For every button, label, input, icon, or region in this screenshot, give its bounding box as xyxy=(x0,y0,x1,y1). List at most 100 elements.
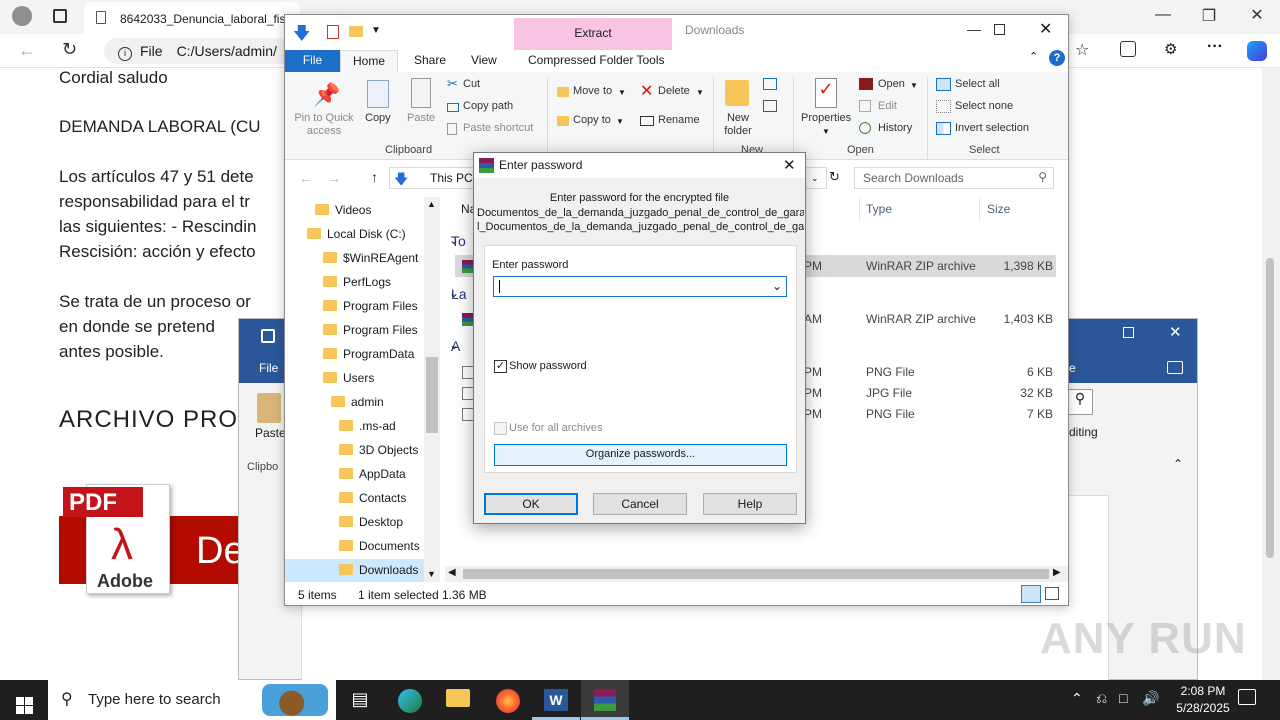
address-bar[interactable]: i File C:/Users/admin/ xyxy=(104,38,304,64)
nav-item[interactable]: Users xyxy=(285,367,425,391)
collections-icon[interactable] xyxy=(1120,41,1136,57)
tab-view[interactable]: View xyxy=(471,50,497,72)
nav-scroll-down-icon[interactable]: ▼ xyxy=(427,569,436,579)
quick-access-down-icon[interactable]: 🡇 xyxy=(293,21,310,50)
network-icon[interactable]: □ xyxy=(1119,690,1127,706)
nav-item[interactable]: Contacts xyxy=(285,487,425,511)
word-find-icon[interactable]: ⚲ xyxy=(1067,389,1093,415)
search-input[interactable]: Search Downloads ⚲ xyxy=(854,167,1054,189)
winrar-taskbar-icon[interactable] xyxy=(581,680,629,720)
group-chevron-icon[interactable]: ⌄ xyxy=(449,286,459,300)
edge-icon[interactable] xyxy=(386,680,434,720)
scrollbar-thumb[interactable] xyxy=(1266,258,1274,558)
firefox-icon[interactable] xyxy=(484,680,532,720)
paste-shortcut-button[interactable]: Paste shortcut xyxy=(463,122,533,134)
cut-button[interactable]: Cut xyxy=(463,78,480,90)
ok-button[interactable]: OK xyxy=(484,493,578,515)
show-password-checkbox[interactable]: ✓ xyxy=(494,360,507,373)
more-icon[interactable]: ··· xyxy=(1207,38,1223,56)
profile-icon[interactable] xyxy=(12,6,32,26)
open-button[interactable]: Open xyxy=(878,78,905,90)
nav-item[interactable]: $WinREAgent xyxy=(285,247,425,271)
select-none-button[interactable]: Select none xyxy=(955,100,1013,112)
large-icons-view-icon[interactable] xyxy=(1045,587,1059,600)
select-all-button[interactable]: Select all xyxy=(955,78,1000,90)
page-scrollbar[interactable] xyxy=(1262,68,1280,680)
nav-item[interactable]: admin xyxy=(285,391,425,415)
word-comment-icon[interactable] xyxy=(1167,361,1183,374)
properties-button[interactable]: Properties xyxy=(801,112,851,124)
nav-item[interactable]: AppData xyxy=(285,463,425,487)
horizontal-scrollbar[interactable]: ◀ ▶ xyxy=(445,566,1068,582)
new-folder-small-icon[interactable] xyxy=(349,26,363,37)
start-icon[interactable] xyxy=(0,680,48,720)
tab-actions-icon[interactable] xyxy=(53,9,67,23)
nav-item[interactable]: Desktop xyxy=(285,511,425,535)
taskbar-search[interactable]: ⚲ Type here to search xyxy=(48,680,336,720)
address-dropdown-icon[interactable]: ⌄ xyxy=(811,173,819,184)
show-hidden-icons[interactable]: ⌃ xyxy=(1071,690,1083,707)
nav-back-icon[interactable]: ← xyxy=(299,170,313,186)
history-button[interactable]: History xyxy=(878,122,912,134)
group-chevron-icon[interactable]: ⌄ xyxy=(449,233,459,247)
delete-button[interactable]: Delete xyxy=(658,85,690,97)
edit-button[interactable]: Edit xyxy=(878,100,897,112)
breadcrumb-this-pc[interactable]: This PC xyxy=(430,171,473,185)
nav-item[interactable]: 3D Objects xyxy=(285,439,425,463)
volume-icon[interactable]: 🔊 xyxy=(1142,690,1159,707)
extensions-icon[interactable]: ⚙ xyxy=(1164,40,1177,58)
use-for-all-label[interactable]: Use for all archives xyxy=(509,422,603,434)
file-explorer-icon[interactable] xyxy=(434,680,482,720)
pin-to-quick-access-button[interactable]: Pin to Quick access xyxy=(291,112,357,138)
delete-dropdown-icon[interactable]: ▼ xyxy=(696,88,704,97)
properties-dropdown-icon[interactable]: ▼ xyxy=(822,127,830,136)
nav-item[interactable]: Videos xyxy=(285,199,425,223)
open-dropdown-icon[interactable]: ▼ xyxy=(910,81,918,90)
tray-app-icon[interactable]: ⎌ xyxy=(1096,690,1107,707)
column-header-size[interactable]: Size xyxy=(987,202,1010,216)
nav-item[interactable]: .ms-ad xyxy=(285,415,425,439)
details-view-icon[interactable] xyxy=(1021,585,1041,603)
word-save-icon[interactable] xyxy=(261,329,275,343)
cancel-button[interactable]: Cancel xyxy=(593,493,687,515)
copy-to-button[interactable]: Copy to xyxy=(573,114,611,126)
word-icon[interactable]: W xyxy=(532,680,580,720)
clock-date[interactable]: 5/28/2025 xyxy=(1167,701,1239,715)
nav-item[interactable]: Program Files xyxy=(285,295,425,319)
ribbon-collapse-icon[interactable]: ⌃ xyxy=(1029,50,1038,63)
clock-time[interactable]: 2:08 PM xyxy=(1173,684,1233,698)
use-for-all-checkbox[interactable] xyxy=(494,422,507,435)
word-collapse-icon[interactable]: ⌃ xyxy=(1173,457,1183,471)
copy-to-dropdown-icon[interactable]: ▼ xyxy=(616,117,624,126)
nav-item[interactable]: PerfLogs xyxy=(285,271,425,295)
refresh-address-icon[interactable]: ↻ xyxy=(829,169,840,185)
favorites-icon[interactable]: ☆ xyxy=(1075,40,1089,60)
tab-file[interactable]: File xyxy=(285,50,340,72)
properties-small-icon[interactable] xyxy=(327,25,339,39)
organize-passwords-button[interactable]: Organize passwords... xyxy=(494,444,787,466)
move-to-dropdown-icon[interactable]: ▼ xyxy=(618,88,626,97)
nav-scroll-thumb[interactable] xyxy=(426,357,438,433)
word-paste-icon[interactable] xyxy=(257,393,281,423)
restore-icon[interactable]: ❐ xyxy=(1186,6,1232,26)
word-paste-label[interactable]: Paste xyxy=(255,426,286,440)
nav-item[interactable]: ProgramData xyxy=(285,343,425,367)
copy-path-button[interactable]: Copy path xyxy=(463,100,513,112)
new-folder-button[interactable]: New folder xyxy=(719,112,757,138)
copilot-icon[interactable] xyxy=(1247,41,1267,61)
hscroll-thumb[interactable] xyxy=(463,569,1049,579)
help-button[interactable]: Help xyxy=(703,493,797,515)
invert-selection-button[interactable]: Invert selection xyxy=(955,122,1029,134)
move-to-button[interactable]: Move to xyxy=(573,85,612,97)
copy-button[interactable]: Copy xyxy=(365,112,391,124)
word-file-tab[interactable]: File xyxy=(259,361,278,375)
refresh-icon[interactable]: ↻ xyxy=(62,39,77,60)
dialog-close-icon[interactable]: ✕ xyxy=(783,156,796,174)
notifications-icon[interactable] xyxy=(1238,689,1256,705)
minimize-icon[interactable]: — xyxy=(1140,6,1186,24)
explorer-close-icon[interactable]: ✕ xyxy=(1039,19,1052,39)
explorer-minimize-icon[interactable]: — xyxy=(951,21,997,37)
back-icon[interactable]: ← xyxy=(18,40,36,61)
nav-scrollbar[interactable]: ▲ ▼ xyxy=(424,197,440,582)
nav-item[interactable]: Program Files xyxy=(285,319,425,343)
